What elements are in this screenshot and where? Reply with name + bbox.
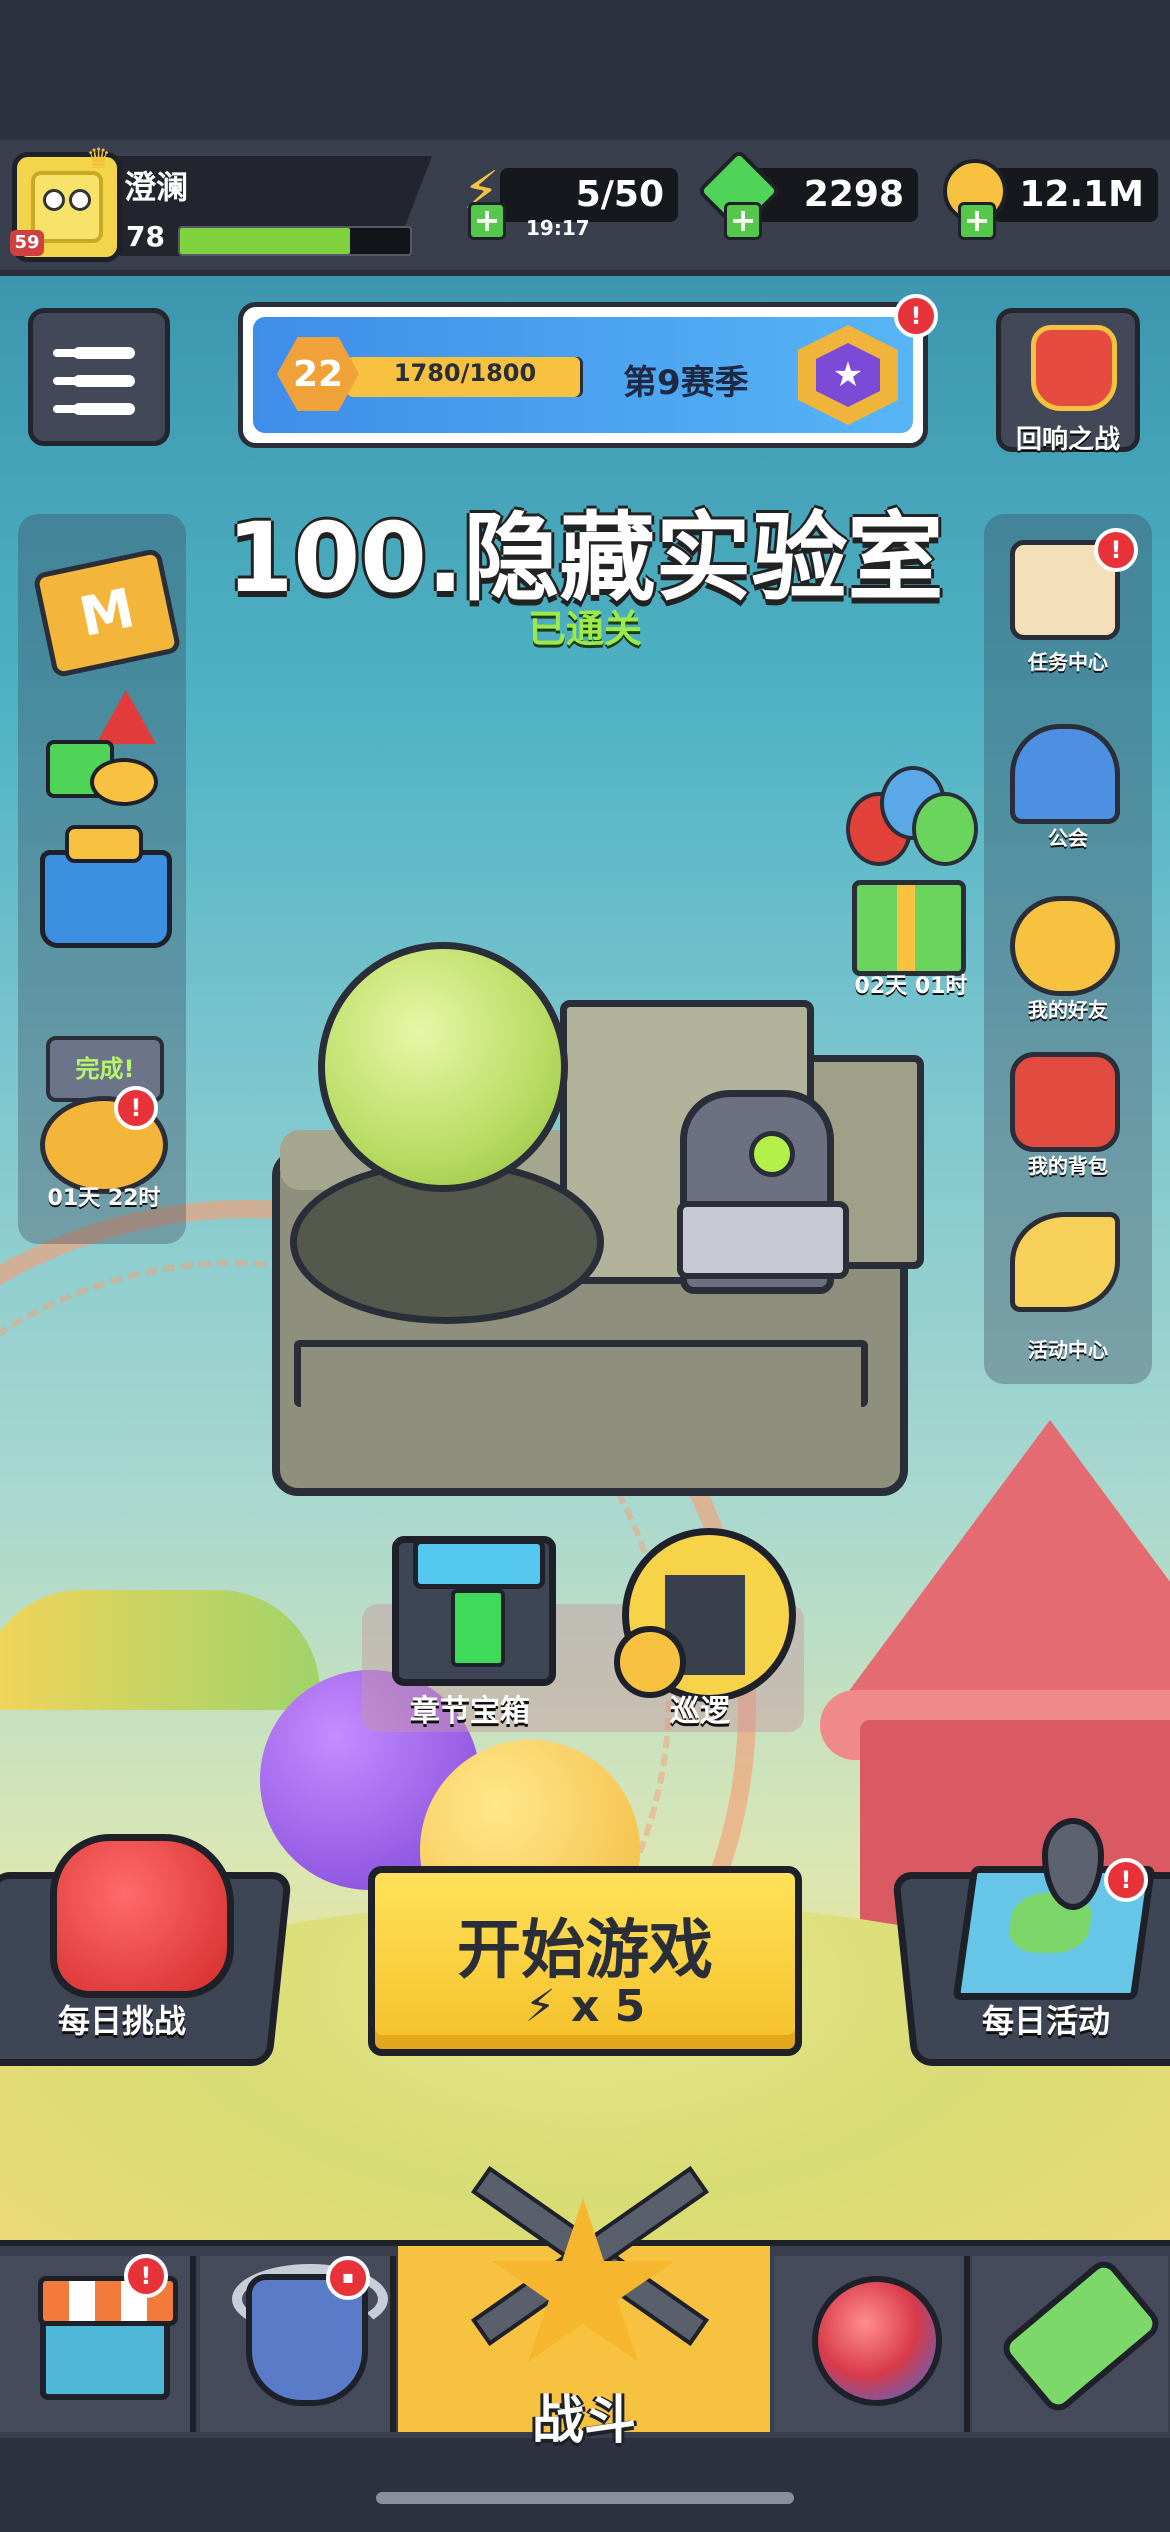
daily-activity-alert-badge: !	[1104, 1858, 1148, 1902]
season-progress-panel[interactable]: 1780/1800 22 第9赛季 ★	[238, 302, 928, 448]
menu-list-icon	[73, 347, 135, 359]
xp-progress-bar	[178, 226, 412, 256]
menu-button[interactable]	[28, 308, 170, 446]
red-demon-icon	[1031, 325, 1117, 411]
gift-box-button[interactable]	[852, 880, 966, 976]
activity-center-button[interactable]	[1010, 1212, 1120, 1312]
backpack-label: 我的背包	[1028, 1154, 1108, 1178]
friends-label: 我的好友	[1028, 998, 1108, 1022]
start-game-button[interactable]: 开始游戏 ⚡ x 5	[368, 1866, 802, 2056]
xp-progress-fill	[180, 228, 351, 254]
task-center-label: 任务中心	[1028, 650, 1108, 674]
gift-timer: 02天 01时	[854, 974, 968, 999]
crown-icon: ♛	[86, 142, 112, 175]
start-game-cost: ⚡ x 5	[375, 1981, 795, 2032]
lightning-icon: ⚡	[524, 1981, 556, 2032]
shop-alert-badge: !	[124, 2254, 168, 2298]
daily-activity-label: 每日活动	[981, 2002, 1110, 2040]
star-orb-icon	[812, 2276, 942, 2406]
home-indicator	[376, 2492, 794, 2504]
energy-orb-icon	[318, 942, 568, 1192]
start-game-label: 开始游戏	[457, 1914, 713, 1988]
echo-battle-label: 回响之战	[1015, 425, 1120, 455]
piggy-bank-alert-badge: !	[114, 1086, 158, 1130]
patrol-label: 巡逻	[670, 1694, 730, 1729]
player-level: 78	[126, 220, 165, 253]
avatar-level-badge: 59	[10, 230, 44, 256]
add-gems-button[interactable]: +	[724, 202, 762, 240]
guild-label: 公会	[1048, 826, 1088, 850]
season-name: 第9赛季	[623, 363, 749, 403]
friends-button[interactable]	[1010, 896, 1120, 996]
green-balloon-icon	[912, 792, 978, 866]
energy-timer: 19:17	[526, 216, 590, 240]
task-center-alert-badge: !	[1094, 528, 1138, 572]
activity-center-label: 活动中心	[1028, 1338, 1108, 1362]
game-screen: ♛ 59 澄澜 78 5/50 ⚡ + 19:17 2298 + 12.1M +	[0, 0, 1170, 2532]
chapter-chest-button[interactable]	[392, 1536, 556, 1686]
energy-cost-value: x 5	[570, 1981, 646, 2032]
season-alert-badge: !	[894, 294, 938, 338]
top-status-bar: ♛ 59 澄澜 78 5/50 ⚡ + 19:17 2298 + 12.1M +	[0, 140, 1170, 276]
boxing-glove-icon	[50, 1834, 234, 1998]
echo-battle-button[interactable]: 回响之战	[996, 308, 1140, 455]
coin-counter: 12.1M	[992, 168, 1158, 222]
energy-counter: 5/50	[500, 168, 678, 222]
growth-fund-icon[interactable]	[46, 690, 158, 806]
season-progress-text: 1780/1800	[393, 359, 537, 387]
nav-battle-label: 战斗	[531, 2391, 636, 2451]
lab-railing	[294, 1340, 868, 1407]
robot-enemy-icon	[677, 1090, 849, 1294]
equipment-notification-badge: ▪	[326, 2256, 370, 2300]
daily-challenge-label: 每日挑战	[57, 2002, 186, 2040]
piggy-bank-timer: 01天 22时	[47, 1186, 161, 1211]
add-energy-button[interactable]: +	[468, 202, 506, 240]
chapter-chest-label: 章节宝箱	[410, 1694, 530, 1729]
add-coins-button[interactable]: +	[958, 202, 996, 240]
guild-button[interactable]	[1010, 724, 1120, 824]
player-name: 澄澜	[124, 168, 189, 206]
shopping-cart-icon[interactable]	[40, 825, 172, 948]
backpack-button[interactable]	[1010, 1052, 1120, 1152]
